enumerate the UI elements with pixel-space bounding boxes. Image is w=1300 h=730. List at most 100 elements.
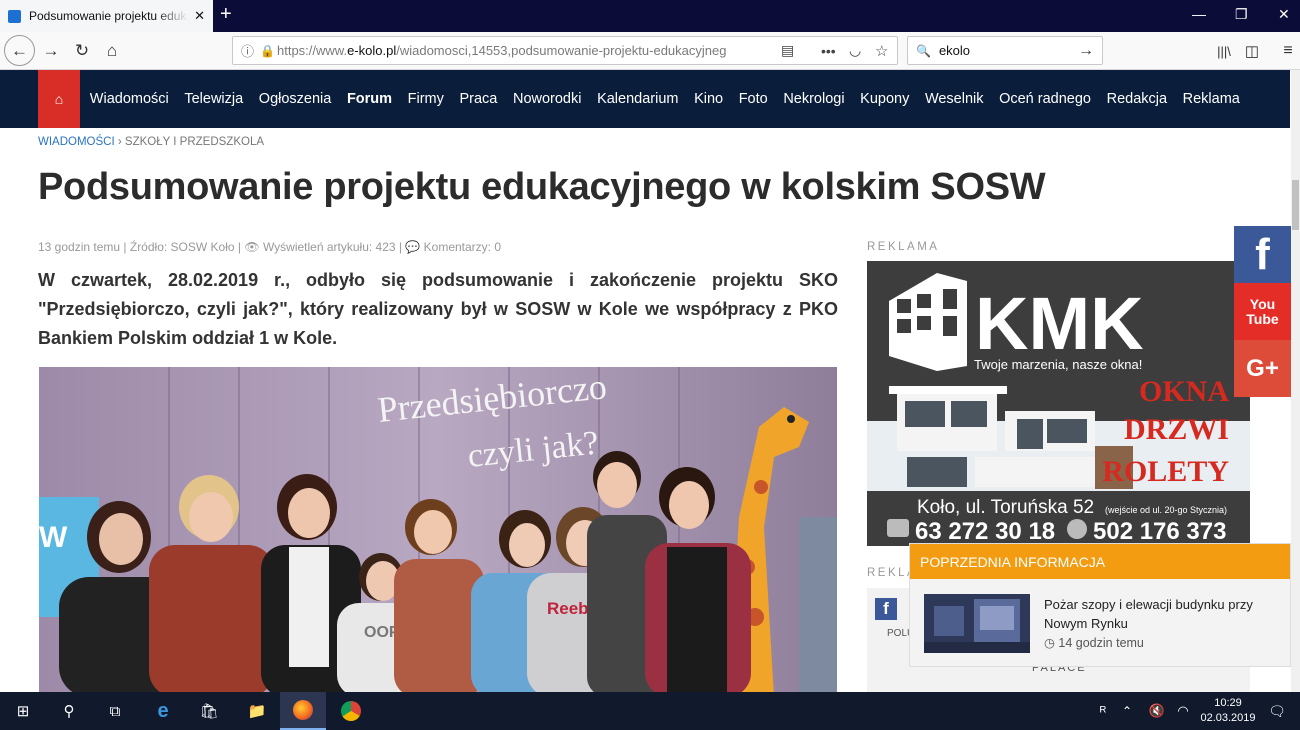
forward-arrow-icon[interactable]: → [39, 39, 63, 63]
restore-icon[interactable]: ❐ [1235, 6, 1248, 23]
kmk-address-note: (wejście od ul. 20-go Stycznia) [1105, 505, 1227, 515]
kmk-brand: KMK [975, 282, 1144, 365]
taskbar-search-icon[interactable]: ⚲ [46, 692, 92, 730]
breadcrumb-subsection[interactable]: SZKOŁY I PRZEDSZKOLA [125, 136, 264, 148]
meta-source: Źródło: SOSW Koło [129, 240, 235, 254]
task-view-icon[interactable]: ⧉ [92, 692, 138, 730]
kmk-phone-1: 63 272 30 18 [915, 518, 1055, 545]
menu-dots-icon[interactable]: ••• [821, 43, 836, 59]
meta-time: 13 godzin temu [38, 240, 121, 254]
ad2-facebook-icon: f [875, 598, 897, 620]
previous-news-title[interactable]: Pożar szopy i elewacji budynku przy Nowy… [1044, 595, 1284, 633]
article-meta: 13 godzin temu | Źródło: SOSW Koło | 👁 W… [38, 240, 502, 254]
kmk-phone-2: 502 176 373 [1093, 518, 1226, 545]
previous-news-thumbnail[interactable] [924, 594, 1030, 653]
site-menu: Wiadomości Telewizja Ogłoszenia Forum Firmy P… [82, 70, 1248, 128]
minimize-icon[interactable]: — [1192, 6, 1206, 22]
site-menu-item[interactable]: Foto [731, 91, 776, 107]
site-menu-item[interactable]: Kino [686, 91, 731, 107]
previous-news-popup[interactable]: POPRZEDNIA INFORMACJA Pożar szopy i elew… [909, 543, 1291, 667]
new-tab-icon[interactable]: + [220, 3, 232, 26]
windows-start-icon[interactable]: ⊞ [0, 692, 46, 730]
breadcrumb: WIADOMOŚCI › SZKOŁY I PRZEDSZKOLA [38, 136, 264, 148]
article-title: Podsumowanie projektu edukacyjnego w kol… [38, 166, 1046, 208]
site-menu-item[interactable]: Reklama [1175, 91, 1248, 107]
kmk-advertisement[interactable]: KMK Twoje marzenia, nasze okna! OKNA DRZ… [867, 261, 1250, 546]
reload-icon[interactable]: ↻ [70, 39, 94, 63]
site-menu-item[interactable]: Telewizja [177, 91, 251, 107]
kmk-phone-icon [1067, 519, 1087, 539]
hamburger-icon[interactable]: ≡ [1276, 39, 1300, 63]
ad-label: REKLAMA [867, 241, 940, 253]
search-icon: 🔍 [916, 43, 931, 58]
browser-tab-bar: Podsumowanie projektu edukacyjnego w kol… [0, 0, 1300, 32]
kmk-ad-graphic: KMK Twoje marzenia, nasze okna! OKNA DRZ… [867, 261, 1250, 546]
previous-news-time: ◷ 14 godzin temu [1044, 635, 1144, 650]
browser-toolbar: ← → ↻ ⌂ ⓘ 🔒 https://www.e-kolo.pl/wiadom… [0, 32, 1300, 70]
search-input[interactable]: ekolo [939, 43, 970, 58]
scrollbar-thumb[interactable] [1292, 180, 1299, 230]
windows-taskbar: ⊞ ⚲ ⧉ e 🛍 📁 ᴿ ⌃ 🔇 ◠ 🗨 [0, 692, 1300, 730]
library-icon[interactable]: |||\ [1212, 39, 1236, 63]
site-home-icon[interactable]: ⌂ [38, 70, 80, 128]
volume-mute-icon[interactable]: 🔇 [1142, 692, 1172, 730]
site-menu-item[interactable]: Nekrologi [776, 91, 853, 107]
search-go-icon[interactable]: → [1078, 42, 1094, 60]
breadcrumb-section[interactable]: WIADOMOŚCI [38, 136, 115, 148]
page-scrollbar[interactable] [1291, 70, 1300, 692]
chrome-icon[interactable] [328, 692, 374, 730]
search-bar[interactable]: 🔍 ekolo → [907, 36, 1103, 65]
comment-icon: 💬 [405, 240, 421, 254]
pocket-icon[interactable]: ◡ [849, 42, 861, 59]
site-menu-item[interactable]: Kupony [852, 91, 917, 107]
site-menu-item[interactable]: Kalendarium [589, 91, 686, 107]
kmk-slogan: Twoje marzenia, nasze okna! [974, 357, 1142, 372]
bookmark-star-icon[interactable]: ☆ [875, 42, 888, 60]
kmk-product-1: OKNA [1139, 375, 1229, 408]
reader-icon[interactable]: ▤ [781, 42, 794, 59]
edge-icon[interactable]: e [140, 692, 186, 730]
previous-news-time-text: 14 godzin temu [1058, 636, 1144, 650]
tab-title: Podsumowanie projektu edukacyjnego w kol… [29, 9, 188, 23]
url-text[interactable]: https://www.e-kolo.pl/wiadomosci,14553,p… [277, 43, 747, 58]
url-bar[interactable]: ⓘ 🔒 https://www.e-kolo.pl/wiadomosci,145… [232, 36, 898, 65]
meta-comments[interactable]: Komentarzy: 0 [424, 240, 501, 254]
site-navigation: ⌂ Wiadomości Telewizja Ogłoszenia Forum Firm… [0, 70, 1290, 128]
clock-icon: ◷ [1044, 636, 1055, 650]
site-menu-item[interactable]: Ogłoszenia [251, 91, 339, 107]
site-menu-item[interactable]: Redakcja [1099, 91, 1175, 107]
chevron-up-icon[interactable]: ⌃ [1112, 692, 1142, 730]
clock-time: 10:29 [1214, 697, 1242, 709]
site-menu-item[interactable]: Oceń radnego [991, 91, 1099, 107]
firefox-icon[interactable] [280, 692, 326, 730]
taskbar-clock[interactable]: 10:29 02.03.2019 [1193, 696, 1263, 726]
svg-text:W: W [39, 521, 68, 554]
file-explorer-icon[interactable]: 📁 [234, 692, 280, 730]
youtube-icon[interactable]: You Tube [1234, 283, 1291, 340]
site-menu-item[interactable]: Wiadomości [82, 91, 177, 107]
site-menu-item[interactable]: Forum [339, 91, 400, 107]
back-arrow-icon[interactable]: ← [4, 35, 35, 66]
lock-icon: 🔒 [260, 43, 275, 58]
sidebar-icon[interactable]: ◫ [1240, 39, 1264, 63]
clock-date: 02.03.2019 [1200, 712, 1256, 724]
site-menu-item[interactable]: Praca [452, 91, 505, 107]
browser-tab-active[interactable]: Podsumowanie projektu edukacyjnego w kol… [0, 0, 213, 32]
site-menu-item[interactable]: Noworodki [505, 91, 589, 107]
close-tab-icon[interactable]: ✕ [194, 8, 205, 24]
facebook-icon[interactable]: f [1234, 226, 1291, 283]
kmk-product-3: ROLETY [1102, 455, 1229, 488]
store-icon[interactable]: 🛍 [186, 692, 232, 730]
close-window-icon[interactable]: ✕ [1278, 6, 1290, 23]
info-icon[interactable]: ⓘ [241, 41, 254, 60]
google-plus-icon[interactable]: G+ [1234, 340, 1291, 397]
notification-icon[interactable]: 🗨 [1262, 692, 1292, 730]
site-menu-item[interactable]: Firmy [400, 91, 452, 107]
site-favicon-icon [8, 9, 21, 23]
previous-news-thumbnail-image [924, 594, 1030, 653]
eye-icon: 👁 [244, 240, 260, 254]
site-menu-item[interactable]: Weselnik [917, 91, 991, 107]
article-photo[interactable]: W Przedsiębiorczo czyli jak? OOPS! Reebo… [39, 367, 837, 697]
home-icon[interactable]: ⌂ [100, 39, 124, 63]
kmk-fax-icon [887, 519, 909, 537]
